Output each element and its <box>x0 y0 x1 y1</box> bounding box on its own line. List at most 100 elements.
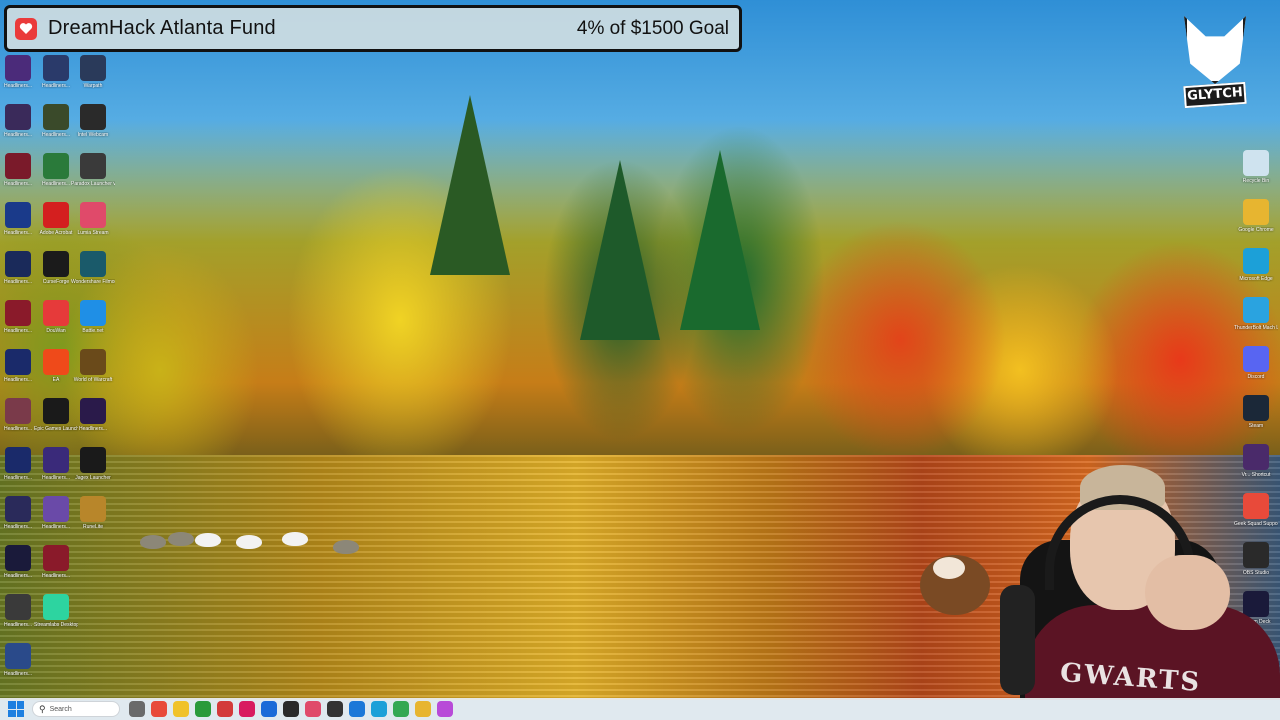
desktop-shortcut-label: Headliners... <box>3 671 33 677</box>
desktop-shortcut[interactable]: Intel Webcam <box>71 104 115 138</box>
taskbar-app-icon[interactable] <box>393 701 409 717</box>
app-icon <box>1243 199 1269 225</box>
wallpaper-pine-tree <box>580 160 660 340</box>
wallpaper-goose <box>333 540 359 554</box>
start-button[interactable] <box>8 701 24 717</box>
desktop-shortcut-label: Paradox Launcher v2 <box>71 181 115 187</box>
app-icon <box>43 251 69 277</box>
desktop-shortcut-label: Lumia Stream <box>77 230 109 236</box>
taskbar-app-icon[interactable] <box>173 701 189 717</box>
desktop-shortcut[interactable]: Jagex Launcher <box>71 447 115 481</box>
app-icon <box>80 300 106 326</box>
desktop-shortcut-label: Microsoft Edge <box>1239 276 1273 282</box>
desktop-shortcut-label: Wondershare Filmora 14 <box>71 279 115 285</box>
desktop-shortcut[interactable]: Paradox Launcher v2 <box>71 153 115 187</box>
logo-wordmark-icon: GLYTCH <box>1183 81 1247 109</box>
desktop-shortcut[interactable]: RuneLite <box>71 496 115 530</box>
desktop-shortcut[interactable]: Wondershare Filmora 14 <box>71 251 115 285</box>
app-icon <box>1243 248 1269 274</box>
taskbar-app-icon[interactable] <box>437 701 453 717</box>
taskbar-app-icon[interactable] <box>239 701 255 717</box>
desktop-shortcut-label: World of Warcraft <box>73 377 113 383</box>
webcam-overlay: GWARTS <box>905 465 1280 700</box>
taskbar-app-icon[interactable] <box>217 701 233 717</box>
wallpaper-goose <box>168 532 194 546</box>
desktop-shortcut[interactable]: Headliners... <box>34 545 78 579</box>
taskbar-app-icon[interactable] <box>195 701 211 717</box>
donation-goal-text: 4% of $1500 Goal <box>576 17 729 39</box>
desktop-shortcut[interactable]: World of Warcraft <box>71 349 115 383</box>
wallpaper-goose <box>140 535 166 549</box>
taskbar-app-icon[interactable] <box>283 701 299 717</box>
desktop-shortcut[interactable]: Battle.net <box>71 300 115 334</box>
app-icon <box>80 202 106 228</box>
fox-mascot-icon <box>1184 16 1246 84</box>
desktop-shortcut[interactable]: Steam <box>1234 395 1278 429</box>
app-icon <box>5 202 31 228</box>
taskbar-app-icon[interactable] <box>415 701 431 717</box>
search-placeholder: Search <box>49 705 72 713</box>
desktop-shortcut[interactable]: Warpath <box>71 55 115 89</box>
desktop-shortcut[interactable]: Lumia Stream <box>71 202 115 236</box>
channel-logo: GLYTCH <box>1180 12 1252 114</box>
desktop-shortcut[interactable]: Headliners... <box>0 643 40 677</box>
desktop-shortcut-label: Warpath <box>83 83 103 89</box>
app-icon <box>43 104 69 130</box>
desktop-shortcut-label: Recycle Bin <box>1242 178 1270 184</box>
app-icon <box>80 496 106 522</box>
app-icon <box>5 300 31 326</box>
taskbar-app-icon[interactable] <box>349 701 365 717</box>
desktop-shortcut-label: Headliners... <box>78 426 108 432</box>
app-icon <box>43 300 69 326</box>
desktop-shortcut-label: RuneLite <box>82 524 103 530</box>
wallpaper-goose <box>236 535 262 549</box>
desktop-shortcut-label: Jagex Launcher <box>75 475 111 481</box>
app-icon <box>5 545 31 571</box>
app-icon <box>80 104 106 130</box>
app-icon <box>5 447 31 473</box>
desktop-shortcut[interactable]: Microsoft Edge <box>1234 248 1278 282</box>
desktop-shortcut-label: Battle.net <box>82 328 104 334</box>
desktop-shortcut-label: Streamlabs Desktop <box>34 622 78 628</box>
donation-goal-overlay: DreamHack Atlanta Fund 4% of $1500 Goal <box>4 5 742 52</box>
app-icon <box>43 202 69 228</box>
app-icon <box>5 153 31 179</box>
taskbar-app-icon[interactable] <box>371 701 387 717</box>
desktop-shortcut-label: Headliners... <box>41 573 71 579</box>
app-icon <box>5 55 31 81</box>
taskbar: ⚲ Search <box>0 698 1280 720</box>
desktop-shortcut[interactable]: Google Chrome <box>1234 199 1278 233</box>
app-icon <box>5 104 31 130</box>
taskbar-app-icon[interactable] <box>129 701 145 717</box>
desktop-shortcut-label: Intel Webcam <box>77 132 109 138</box>
microphone-icon <box>1000 585 1035 695</box>
taskbar-search[interactable]: ⚲ Search <box>32 701 120 717</box>
app-icon <box>80 251 106 277</box>
desktop-shortcut-label: Google Chrome <box>1238 227 1274 233</box>
app-icon <box>5 349 31 375</box>
app-icon <box>43 398 69 424</box>
app-icon <box>1243 297 1269 323</box>
taskbar-app-icon[interactable] <box>327 701 343 717</box>
desktop-shortcut[interactable]: Headliners... <box>71 398 115 432</box>
taskbar-app-icon[interactable] <box>305 701 321 717</box>
desktop-shortcut[interactable]: Streamlabs Desktop <box>34 594 78 628</box>
app-icon <box>43 447 69 473</box>
app-icon <box>5 643 31 669</box>
taskbar-pinned-apps <box>126 701 456 717</box>
app-icon <box>43 55 69 81</box>
desktop-shortcut-label: ThunderBolt Mach Lite <box>1234 325 1278 331</box>
taskbar-app-icon[interactable] <box>261 701 277 717</box>
taskbar-app-icon[interactable] <box>151 701 167 717</box>
app-icon <box>5 251 31 277</box>
app-icon <box>80 349 106 375</box>
wallpaper-pine-tree <box>680 150 760 330</box>
app-icon <box>43 594 69 620</box>
desktop-shortcut[interactable]: Recycle Bin <box>1234 150 1278 184</box>
donation-title: DreamHack Atlanta Fund <box>48 17 276 39</box>
app-icon <box>43 496 69 522</box>
app-icon <box>1243 150 1269 176</box>
desktop-shortcut[interactable]: Discord <box>1234 346 1278 380</box>
app-icon <box>5 594 31 620</box>
desktop-shortcut[interactable]: ThunderBolt Mach Lite <box>1234 297 1278 331</box>
